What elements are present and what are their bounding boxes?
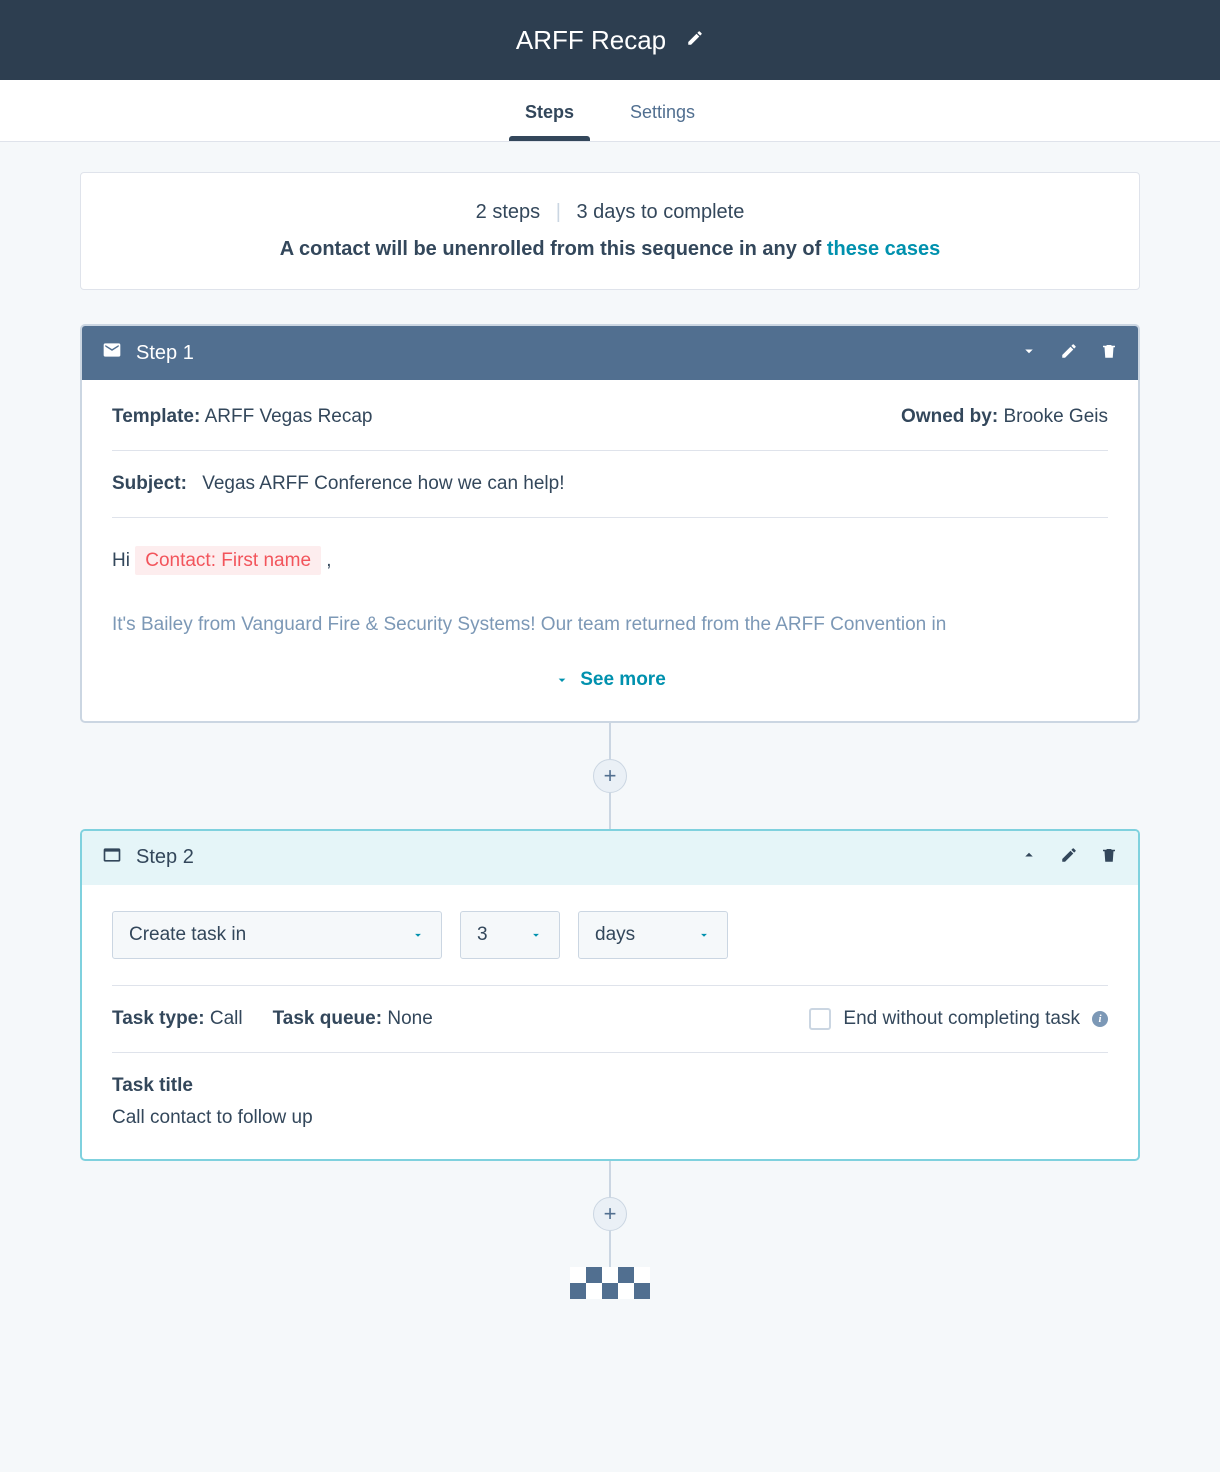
task-queue-value: None (387, 1008, 432, 1029)
task-title-value: Call contact to follow up (112, 1107, 1108, 1129)
unenroll-link[interactable]: these cases (827, 238, 940, 260)
step-2-card: Step 2 Create task in 3 days (80, 829, 1140, 1161)
contact-first-name-token[interactable]: Contact: First name (135, 546, 321, 575)
divider: | (556, 201, 561, 223)
summary-line: 2 steps | 3 days to complete (111, 201, 1109, 224)
end-without-completing-label: End without completing task (843, 1008, 1080, 1030)
subject-value: Vegas ARFF Conference how we can help! (202, 473, 564, 494)
connector-1: + (80, 723, 1140, 829)
page-title: ARFF Recap (516, 25, 666, 56)
step-2-header: Step 2 (82, 831, 1138, 885)
pencil-icon[interactable] (686, 29, 704, 52)
pencil-icon[interactable] (1060, 342, 1078, 365)
days-to-complete: 3 days to complete (576, 201, 744, 223)
template-label: Template: (112, 406, 200, 427)
task-icon (102, 845, 122, 871)
task-type-value: Call (210, 1008, 243, 1029)
template-value: ARFF Vegas Recap (205, 406, 373, 427)
owned-by-label: Owned by: (901, 406, 998, 427)
task-action-select[interactable]: Create task in (112, 911, 442, 959)
add-step-button[interactable]: + (593, 759, 627, 793)
header-bar: ARFF Recap (0, 0, 1220, 80)
tab-steps[interactable]: Steps (497, 80, 602, 141)
chevron-down-icon[interactable] (1020, 342, 1038, 365)
unenroll-text: A contact will be unenrolled from this s… (111, 238, 1109, 261)
summary-card: 2 steps | 3 days to complete A contact w… (80, 172, 1140, 290)
steps-count: 2 steps (476, 201, 540, 223)
owned-by-value: Brooke Geis (1003, 406, 1108, 427)
step-1-header: Step 1 (82, 326, 1138, 380)
task-type-label: Task type: (112, 1008, 205, 1029)
step-1-card: Step 1 Template: ARFF Vegas Recap Owned … (80, 324, 1140, 723)
task-queue-label: Task queue: (273, 1008, 382, 1029)
chevron-up-icon[interactable] (1020, 846, 1038, 869)
task-delay-unit-select[interactable]: days (578, 911, 728, 959)
email-icon (102, 340, 122, 366)
connector-2: + (80, 1161, 1140, 1267)
subject-label: Subject: (112, 473, 187, 494)
tab-settings[interactable]: Settings (602, 80, 723, 141)
pencil-icon[interactable] (1060, 846, 1078, 869)
info-icon[interactable]: i (1092, 1011, 1108, 1027)
trash-icon[interactable] (1100, 342, 1118, 365)
finish-flag-icon (570, 1267, 650, 1299)
trash-icon[interactable] (1100, 846, 1118, 869)
tab-bar: Steps Settings (0, 80, 1220, 142)
task-delay-number-select[interactable]: 3 (460, 911, 560, 959)
email-body: Hi Contact: First name , It's Bailey fro… (112, 518, 1108, 641)
add-step-button[interactable]: + (593, 1197, 627, 1231)
end-without-completing-checkbox[interactable] (809, 1008, 831, 1030)
step-2-label: Step 2 (136, 846, 194, 869)
see-more-toggle[interactable]: See more (112, 669, 1108, 691)
step-1-label: Step 1 (136, 342, 194, 365)
task-title-label: Task title (112, 1075, 1108, 1097)
email-para2: It's Bailey from Vanguard Fire & Securit… (112, 610, 1108, 640)
